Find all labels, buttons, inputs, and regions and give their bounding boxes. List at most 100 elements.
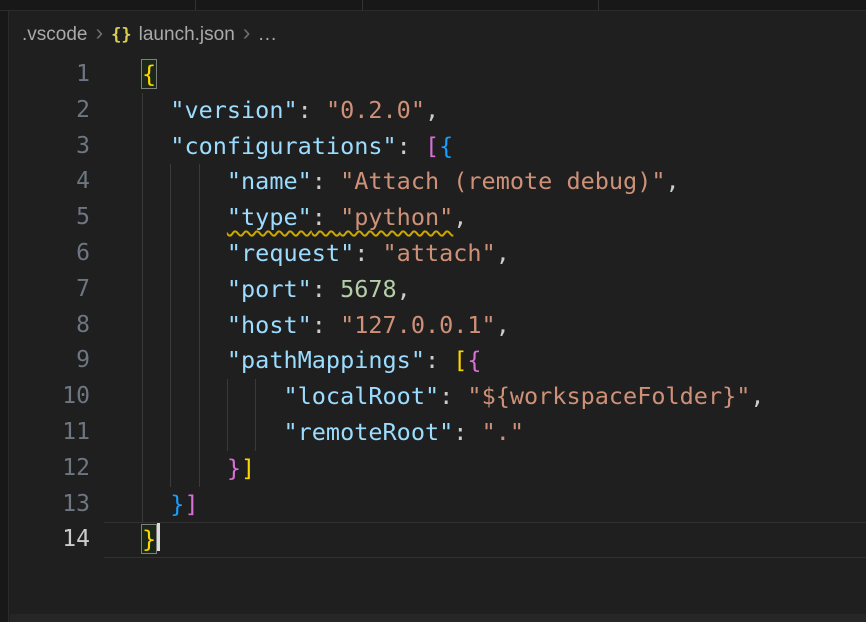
breadcrumb-item-more[interactable]: ... [258, 24, 277, 46]
line-number[interactable]: 8 [0, 308, 90, 344]
token: "localRoot" [283, 382, 439, 410]
token: "pathMappings" [227, 346, 425, 374]
code-line-7[interactable]: 7 "port": 5678, [0, 272, 866, 308]
tab-separator [598, 0, 599, 10]
token [142, 167, 227, 195]
code-text: "type": "python", [90, 200, 467, 236]
token: , [750, 382, 764, 410]
token: : [298, 96, 326, 124]
line-number[interactable]: 2 [0, 93, 90, 129]
line-number[interactable]: 13 [0, 487, 90, 523]
code-line-4[interactable]: 4 "name": "Attach (remote debug)", [0, 164, 866, 200]
token: "configurations" [170, 132, 396, 160]
token: } [227, 454, 241, 482]
code-line-6[interactable]: 6 "request": "attach", [0, 236, 866, 272]
token: "127.0.0.1" [340, 311, 496, 339]
token: "request" [227, 239, 354, 267]
code-text: "host": "127.0.0.1", [90, 308, 510, 344]
code-line-1[interactable]: 1{ [0, 57, 866, 93]
code-text: "pathMappings": [{ [90, 343, 482, 379]
token: "name" [227, 167, 312, 195]
token: "Attach (remote debug)" [340, 167, 665, 195]
line-number[interactable]: 6 [0, 236, 90, 272]
token: "attach" [383, 239, 496, 267]
token [142, 132, 170, 160]
code-text: "version": "0.2.0", [90, 93, 439, 129]
code-text: "remoteRoot": "." [90, 415, 524, 451]
token: , [666, 167, 680, 195]
token: } [170, 490, 184, 518]
token: "type" [227, 203, 312, 231]
line-number[interactable]: 3 [0, 129, 90, 165]
line-number[interactable]: 1 [0, 57, 90, 93]
line-number[interactable]: 11 [0, 415, 90, 451]
code-line-2[interactable]: 2 "version": "0.2.0", [0, 93, 866, 129]
bottom-edge-strip [10, 614, 866, 622]
token: [ [425, 132, 439, 160]
editor-code-area[interactable]: 1{2 "version": "0.2.0",3 "configurations… [0, 57, 866, 558]
bracket-match: { [142, 60, 156, 88]
token [142, 454, 227, 482]
line-number[interactable]: 7 [0, 272, 90, 308]
vscode-editor-window: { "breadcrumb": { "folder": ".vscode", "… [0, 0, 866, 622]
token: "remoteRoot" [283, 418, 453, 446]
tab-bar-strip [0, 0, 866, 11]
token: : [312, 203, 340, 231]
code-text: }] [90, 451, 255, 487]
token: : [453, 418, 481, 446]
chevron-right-icon: › [87, 19, 111, 46]
token: : [312, 275, 340, 303]
line-number[interactable]: 10 [0, 379, 90, 415]
token: : [312, 311, 340, 339]
token: : [354, 239, 382, 267]
breadcrumb: .vscode › {} launch.json › ... [10, 12, 866, 57]
token: "${workspaceFolder}" [467, 382, 750, 410]
token [142, 346, 227, 374]
line-number[interactable]: 9 [0, 343, 90, 379]
token: "port" [227, 275, 312, 303]
line-number[interactable]: 4 [0, 164, 90, 200]
token: ] [241, 454, 255, 482]
code-line-13[interactable]: 13 }] [0, 487, 866, 523]
code-text: { [90, 57, 156, 93]
token: : [425, 346, 453, 374]
warning-squiggle: "type": "python" [227, 203, 453, 231]
code-text: "configurations": [{ [90, 129, 453, 165]
token: , [496, 311, 510, 339]
code-line-3[interactable]: 3 "configurations": [{ [0, 129, 866, 165]
token: : [439, 382, 467, 410]
code-line-8[interactable]: 8 "host": "127.0.0.1", [0, 308, 866, 344]
breadcrumb-item-file[interactable]: launch.json [139, 24, 235, 46]
current-line-highlight [104, 522, 866, 558]
code-text: "name": "Attach (remote debug)", [90, 164, 680, 200]
text-cursor [157, 522, 160, 551]
token [142, 382, 283, 410]
token [142, 203, 227, 231]
code-line-11[interactable]: 11 "remoteRoot": "." [0, 415, 866, 451]
code-text: } [90, 522, 160, 558]
line-number[interactable]: 12 [0, 451, 90, 487]
line-number[interactable]: 5 [0, 200, 90, 236]
token: , [453, 203, 467, 231]
code-line-14[interactable]: 14} [0, 522, 866, 558]
bracket-match: } [142, 525, 156, 553]
token: , [425, 96, 439, 124]
token [142, 418, 283, 446]
token [142, 311, 227, 339]
code-line-12[interactable]: 12 }] [0, 451, 866, 487]
code-line-9[interactable]: 9 "pathMappings": [{ [0, 343, 866, 379]
token: [ [453, 346, 467, 374]
token: { [467, 346, 481, 374]
token: 5678 [340, 275, 397, 303]
code-line-5[interactable]: 5 "type": "python", [0, 200, 866, 236]
breadcrumb-item-folder[interactable]: .vscode [22, 24, 87, 46]
code-text: }] [90, 487, 199, 523]
code-line-10[interactable]: 10 "localRoot": "${workspaceFolder}", [0, 379, 866, 415]
token: : [312, 167, 340, 195]
code-text: "localRoot": "${workspaceFolder}", [90, 379, 765, 415]
code-text: "port": 5678, [90, 272, 411, 308]
left-edge-strip [0, 0, 9, 622]
token: "python" [340, 203, 453, 231]
line-number[interactable]: 14 [0, 522, 90, 558]
tab-separator [362, 0, 363, 10]
